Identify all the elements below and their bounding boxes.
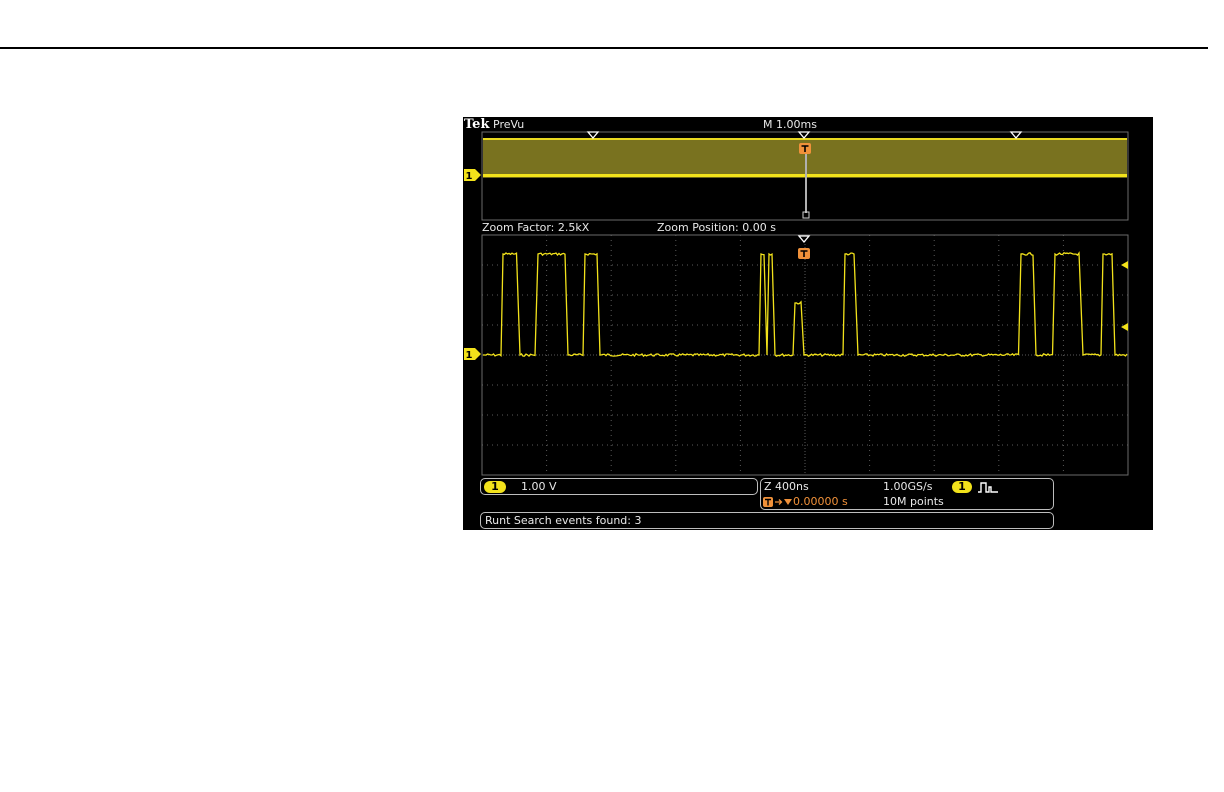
trigger-position-icon — [763, 497, 792, 507]
trigger-position-value: 0.00000 s — [793, 495, 848, 508]
zoom-factor-label: Zoom Factor: 2.5kX — [482, 221, 590, 234]
search-mark-icon[interactable] — [797, 235, 811, 244]
status-message: Runt Search events found: 3 — [485, 514, 642, 527]
channel-badge: 1 — [484, 481, 506, 493]
trigger-source-badge: 1 — [952, 481, 972, 493]
trigger-marker-icon[interactable] — [798, 248, 810, 259]
overview-top-edge — [483, 138, 1127, 140]
threshold-arrow-icon[interactable] — [1121, 261, 1128, 269]
mode-label: PreVu — [493, 118, 525, 131]
zoom-position-label: Zoom Position: 0.00 s — [657, 221, 776, 234]
search-mark-icon[interactable] — [1009, 131, 1023, 140]
zoom-timebase: Z 400ns — [764, 480, 809, 493]
search-mark-icon[interactable] — [797, 131, 811, 140]
channel-marker-icon[interactable]: 1 — [464, 169, 481, 182]
timebase-label: M 1.00ms — [763, 118, 817, 131]
oscilloscope-display: 1 1 Tek PreVu M 1.00ms Zoom Factor: 2.5k… — [463, 117, 1153, 530]
channel-scale: 1.00 V — [521, 480, 557, 493]
sample-rate: 1.00GS/s — [883, 480, 933, 493]
waveform-canvas: 1 1 — [464, 131, 1129, 476]
trigger-marker-icon[interactable] — [799, 143, 811, 154]
pulse-trigger-icon — [978, 482, 998, 493]
svg-text:1: 1 — [466, 171, 473, 182]
brand-logo: Tek — [464, 117, 490, 132]
svg-text:1: 1 — [466, 350, 473, 361]
threshold-arrow-icon[interactable] — [1121, 323, 1128, 331]
page-rule — [0, 47, 1208, 49]
channel-marker-icon[interactable]: 1 — [464, 348, 481, 361]
search-mark-icon[interactable] — [586, 131, 600, 140]
record-length: 10M points — [883, 495, 944, 508]
